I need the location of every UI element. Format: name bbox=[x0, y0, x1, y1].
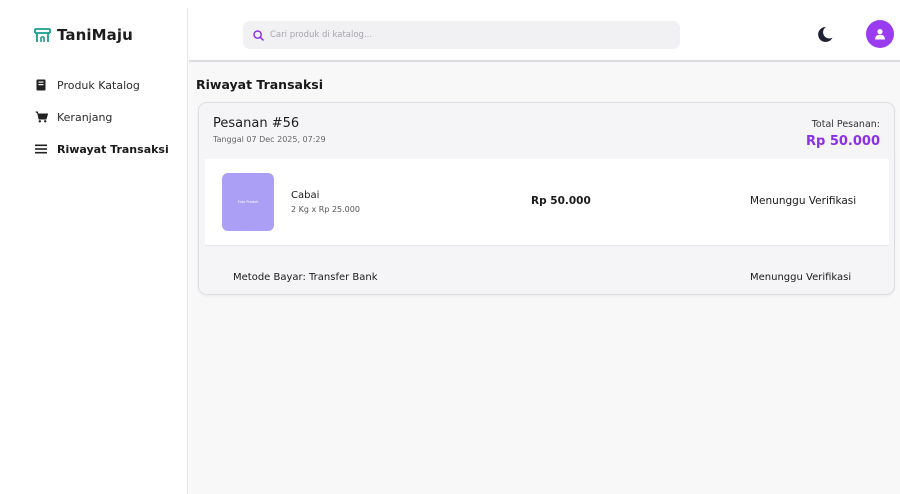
brand-name: TaniMaju bbox=[57, 26, 133, 44]
payment-method: Metode Bayar: Transfer Bank bbox=[233, 272, 378, 283]
moon-icon[interactable] bbox=[817, 26, 833, 47]
sidebar-item-keranjang[interactable]: Keranjang bbox=[34, 108, 169, 126]
order-date: Tanggal 07 Dec 2025, 07:29 bbox=[213, 135, 326, 144]
payment-status: Menunggu Verifikasi bbox=[750, 272, 852, 283]
item-status: Menunggu Verifikasi bbox=[750, 195, 857, 207]
item-name: Cabai bbox=[291, 190, 320, 201]
order-total-label: Total Pesanan: bbox=[811, 119, 880, 130]
item-quantity: 2 Kg x Rp 25.000 bbox=[291, 205, 360, 214]
search-input[interactable] bbox=[270, 30, 650, 40]
avatar[interactable] bbox=[866, 20, 894, 48]
order-total: Total Pesanan: Rp 50.000 bbox=[806, 119, 880, 149]
cart-icon bbox=[34, 111, 48, 123]
product-thumbnail: Foto Produk bbox=[222, 173, 274, 231]
sidebar-item-label: Produk Katalog bbox=[57, 78, 140, 92]
sidebar: TaniMaju Produk Katalog Keranjang Riwaya… bbox=[16, 8, 188, 494]
page-title: Riwayat Transaksi bbox=[196, 77, 323, 92]
search-icon bbox=[253, 26, 264, 45]
order-total-amount: Rp 50.000 bbox=[805, 134, 880, 149]
list-icon bbox=[34, 144, 48, 154]
order-header: Pesanan #56 Tanggal 07 Dec 2025, 07:29 bbox=[213, 116, 326, 144]
app-root: TaniMaju Produk Katalog Keranjang Riwaya… bbox=[0, 0, 900, 494]
sidebar-item-riwayat-transaksi[interactable]: Riwayat Transaksi bbox=[34, 140, 169, 158]
order-id: Pesanan #56 bbox=[213, 116, 300, 131]
main-content: Riwayat Transaksi Pesanan #56 Tanggal 07… bbox=[189, 8, 900, 494]
brand[interactable]: TaniMaju bbox=[34, 26, 133, 44]
sidebar-nav: Produk Katalog Keranjang Riwayat Transak… bbox=[34, 76, 169, 172]
product-thumbnail-label: Foto Produk bbox=[237, 200, 259, 204]
order-item-row: Foto Produk Cabai 2 Kg x Rp 25.000 Rp 50… bbox=[205, 159, 889, 246]
storefront-icon bbox=[34, 27, 51, 43]
sidebar-item-produk-katalog[interactable]: Produk Katalog bbox=[34, 76, 169, 94]
search-bar[interactable] bbox=[243, 21, 680, 49]
sidebar-item-label: Riwayat Transaksi bbox=[57, 142, 169, 156]
user-icon bbox=[874, 25, 886, 44]
top-bar bbox=[189, 8, 900, 62]
order-card: Pesanan #56 Tanggal 07 Dec 2025, 07:29 T… bbox=[198, 102, 895, 295]
book-icon bbox=[34, 79, 48, 91]
sidebar-item-label: Keranjang bbox=[57, 110, 113, 124]
item-price: Rp 50.000 bbox=[531, 195, 591, 207]
